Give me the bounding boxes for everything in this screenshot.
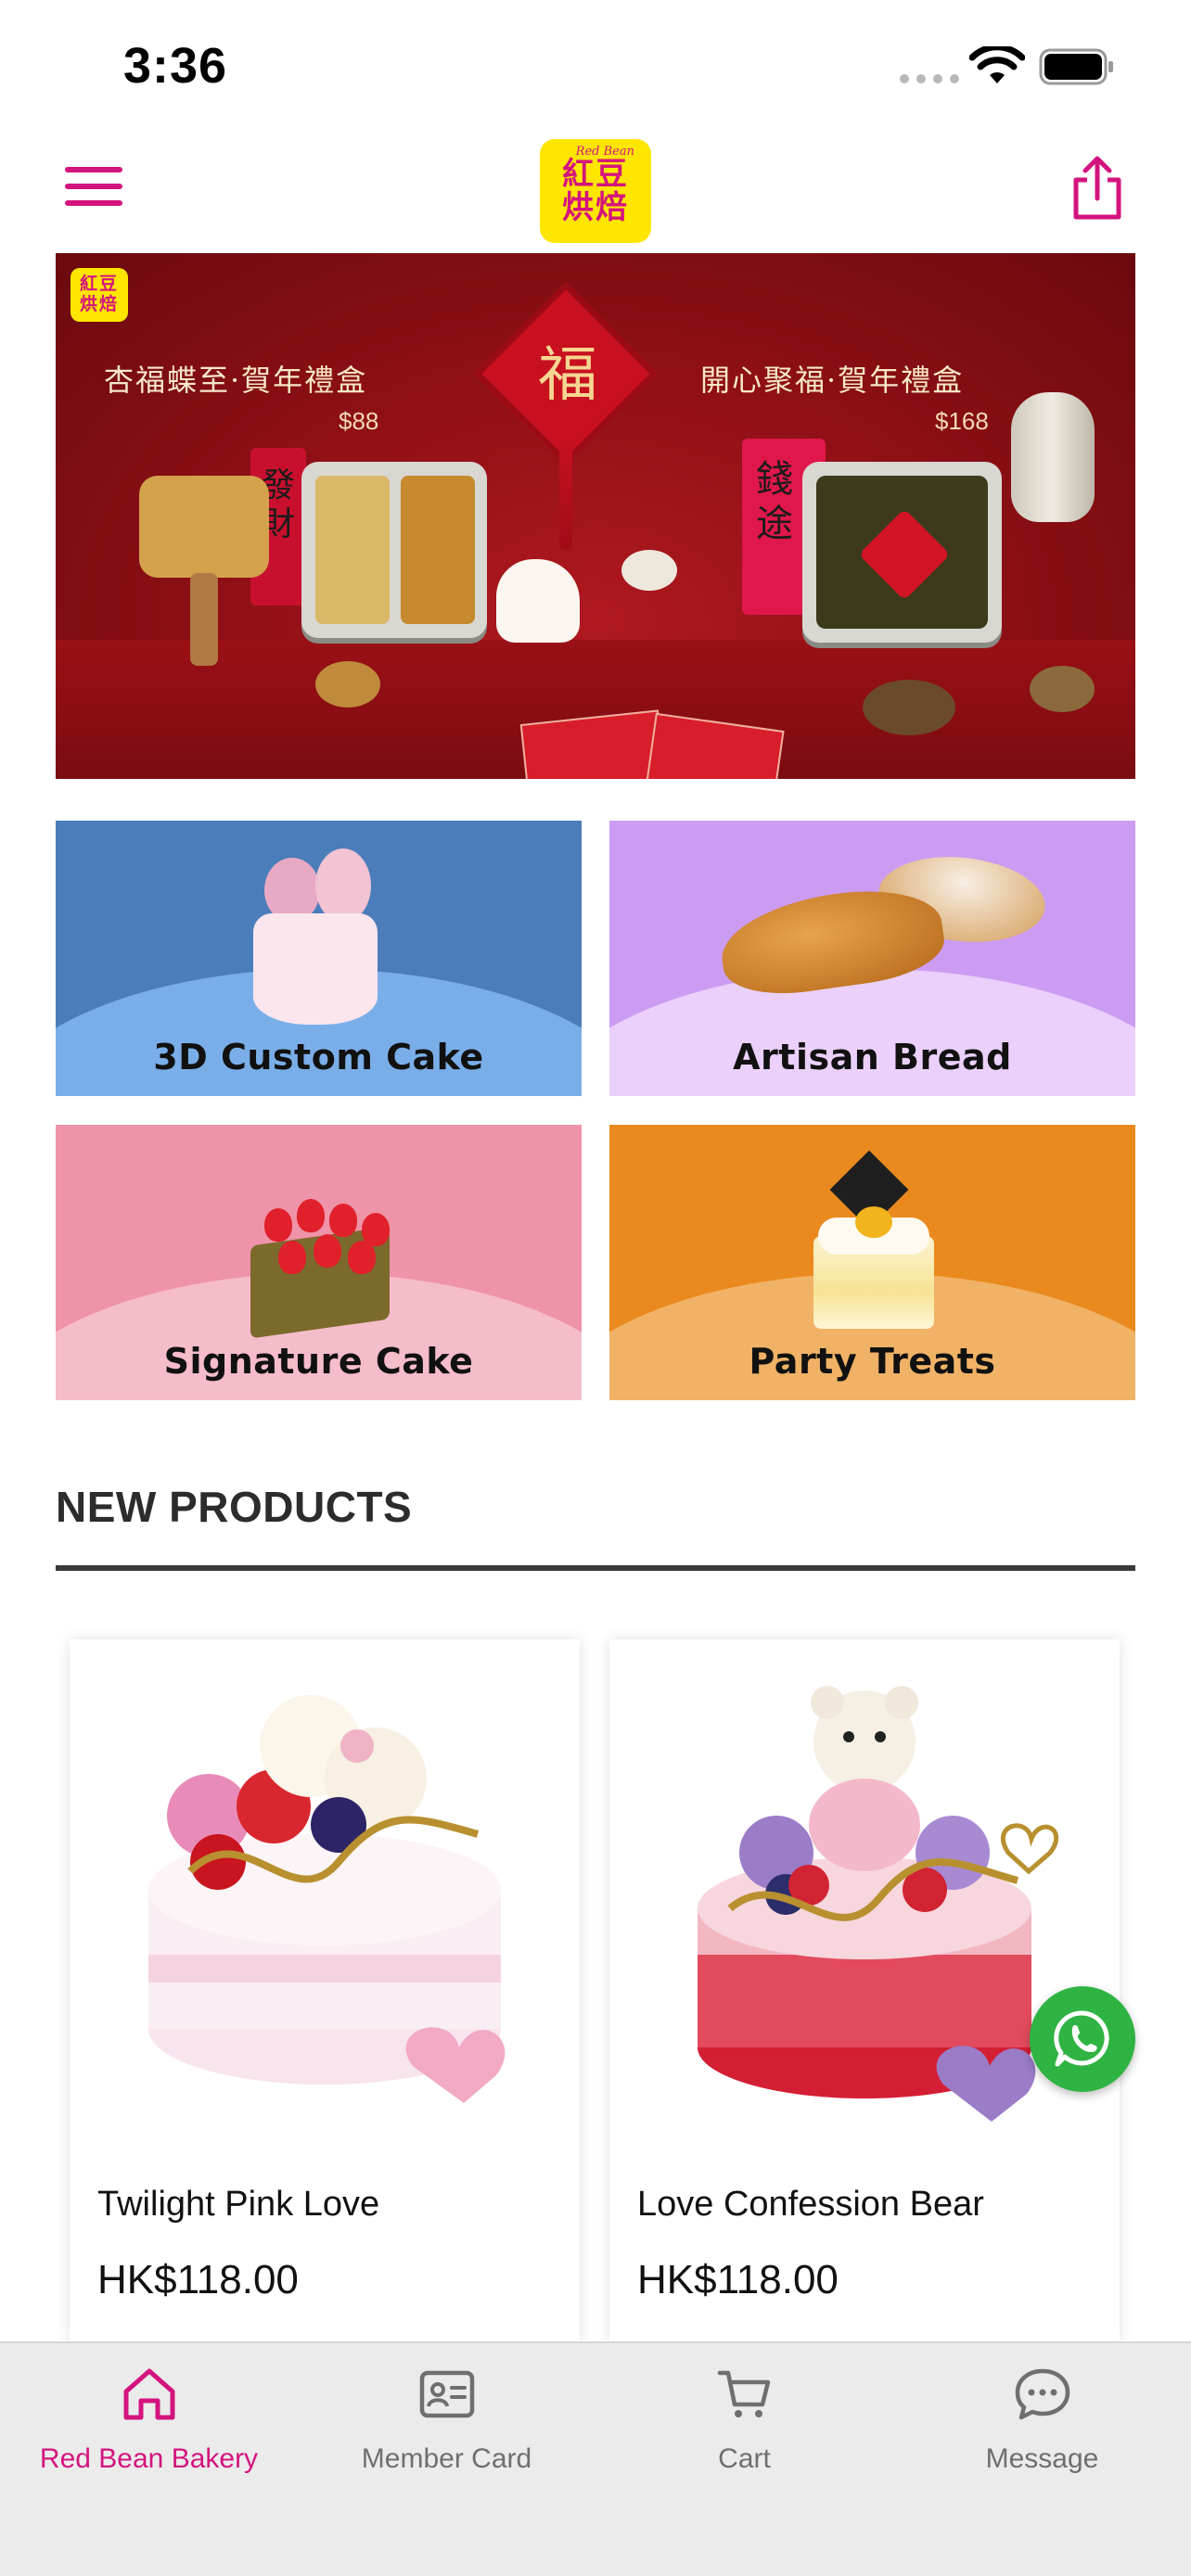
product-price: HK$118.00 bbox=[97, 2257, 299, 2302]
status-time: 3:36 bbox=[123, 38, 228, 94]
status-bar: 3:36 bbox=[0, 0, 1191, 130]
wifi-icon bbox=[969, 46, 1025, 83]
tab-label: Message bbox=[985, 2443, 1099, 2474]
category-3d-custom-cake[interactable]: 3D Custom Cake bbox=[56, 821, 582, 1096]
home-icon bbox=[123, 2368, 175, 2420]
banner-left-title: 杏福蝶至·賀年禮盒 bbox=[104, 363, 368, 398]
brand-logo[interactable]: Red Bean 紅豆 烘焙 bbox=[540, 139, 651, 243]
stacked-biscuits bbox=[139, 476, 269, 578]
hamburger-menu-icon[interactable] bbox=[65, 167, 122, 213]
category-signature-cake[interactable]: Signature Cake bbox=[56, 1125, 582, 1400]
tab-label: Member Card bbox=[361, 2443, 532, 2474]
category-artisan-bread[interactable]: Artisan Bread bbox=[609, 821, 1135, 1096]
message-icon bbox=[1015, 2368, 1070, 2420]
whatsapp-button[interactable] bbox=[1030, 1986, 1135, 2092]
category-label: 3D Custom Cake bbox=[153, 1037, 484, 1078]
category-party-treats[interactable]: Party Treats bbox=[609, 1125, 1135, 1400]
party-cake-image bbox=[800, 1150, 948, 1338]
product-card[interactable]: Twilight Pink Love HK$118.00 bbox=[70, 1639, 580, 2344]
whatsapp-icon bbox=[1054, 2010, 1109, 2067]
product-image-love-confession-bear bbox=[698, 1686, 1059, 2122]
banner-left-price: $88 bbox=[339, 407, 379, 435]
banner-right-title: 開心聚福·賀年禮盒 bbox=[700, 363, 965, 398]
logo-line-1: 紅豆 bbox=[562, 156, 629, 193]
tab-red-bean-bakery[interactable]: Red Bean Bakery bbox=[0, 2343, 298, 2482]
cellular-signal-icon bbox=[900, 74, 959, 83]
battery-icon bbox=[1039, 48, 1113, 85]
cart-icon bbox=[717, 2370, 771, 2417]
category-label: Party Treats bbox=[749, 1341, 996, 1382]
promo-banner[interactable]: 紅豆 烘焙 杏福蝶至·賀年禮盒 $88 開心聚福·賀年禮盒 $168 福 發財 … bbox=[56, 253, 1135, 779]
custom-cake-image bbox=[246, 848, 385, 1034]
member-card-icon bbox=[419, 2370, 475, 2418]
logo-line-2: 烘焙 bbox=[562, 189, 629, 226]
product-image-twilight-pink-love bbox=[148, 1695, 506, 2103]
tab-label: Red Bean Bakery bbox=[39, 2443, 259, 2474]
tab-member-card[interactable]: Member Card bbox=[298, 2343, 596, 2482]
new-products-heading: NEW PRODUCTS bbox=[56, 1483, 413, 1531]
category-label: Signature Cake bbox=[163, 1341, 474, 1382]
tab-label: Cart bbox=[718, 2443, 771, 2474]
app-header: Red Bean 紅豆 烘焙 bbox=[0, 130, 1191, 250]
logo-small-text: Red Bean bbox=[575, 145, 634, 159]
product-price: HK$118.00 bbox=[637, 2257, 839, 2302]
tab-message[interactable]: Message bbox=[893, 2343, 1191, 2482]
vase-decoration bbox=[1011, 392, 1095, 522]
fu-character: 福 bbox=[538, 341, 597, 410]
product-card[interactable]: Love Confession Bear HK$118.00 bbox=[609, 1639, 1120, 2344]
section-divider bbox=[56, 1565, 1135, 1571]
banner-right-price: $168 bbox=[935, 407, 989, 435]
category-label: Artisan Bread bbox=[733, 1037, 1012, 1078]
share-icon[interactable] bbox=[1069, 156, 1126, 221]
product-name: Love Confession Bear bbox=[637, 2185, 984, 2224]
banner-logo-badge: 紅豆 烘焙 bbox=[70, 268, 128, 322]
tassel-decoration bbox=[559, 439, 572, 550]
product-name: Twilight Pink Love bbox=[97, 2185, 380, 2224]
pony-figurine bbox=[496, 559, 580, 643]
bottom-tab-bar: Red Bean Bakery Member Card Cart Message bbox=[0, 2341, 1191, 2576]
strawberry-cake-image bbox=[232, 1171, 408, 1339]
tab-cart[interactable]: Cart bbox=[596, 2343, 893, 2482]
